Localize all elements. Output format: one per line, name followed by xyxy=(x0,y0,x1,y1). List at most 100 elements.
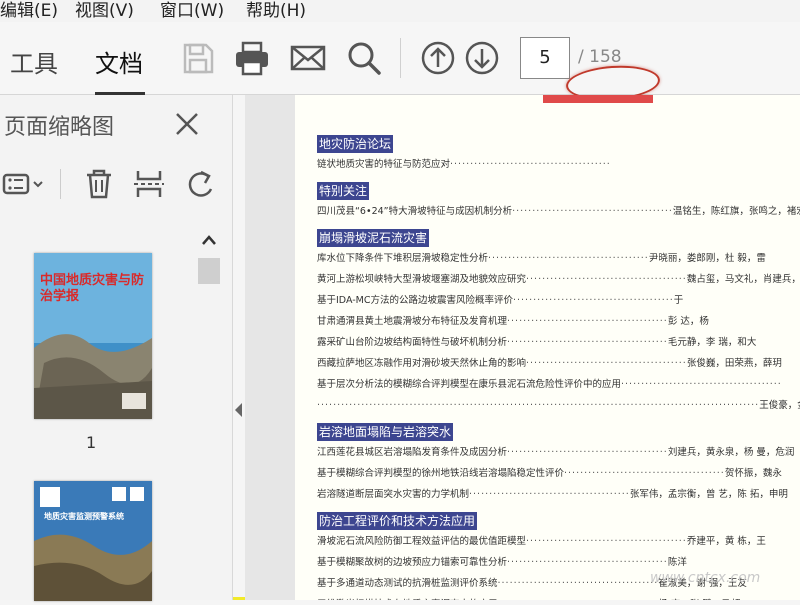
tab-tools[interactable]: 工具 xyxy=(10,44,58,79)
page-number-input[interactable]: 5 xyxy=(520,37,570,79)
section-heading: 岩溶地面塌陷与岩溶突水 xyxy=(317,423,454,441)
menu-window[interactable]: 窗口(W) xyxy=(160,0,224,21)
tab-document[interactable]: 文档 xyxy=(95,44,143,79)
close-icon[interactable] xyxy=(172,109,202,139)
collapse-panel-icon[interactable] xyxy=(233,400,245,420)
panel-toolbar xyxy=(0,163,232,207)
toc-entry[interactable]: 露采矿山台阶边坡结构面特性与破坏机制分析····················… xyxy=(317,335,800,351)
cover-title: 中国地质灾害与防治学报 xyxy=(40,273,145,304)
toc-leader-dots: ········································ xyxy=(450,159,611,170)
toc-entry-authors: 王俊豪，金华丽，倪天翔，管建 xyxy=(759,400,800,411)
trash-icon[interactable] xyxy=(82,167,116,201)
toc-entry[interactable]: 基于模糊综合评判模型的徐州地铁沿线岩溶塌陷稳定性评价··············… xyxy=(317,466,800,482)
section-heading: 崩塌滑坡泥石流灾害 xyxy=(317,229,430,247)
toc-leader-dots: ········································ xyxy=(526,536,687,547)
scrollbar-thumb[interactable] xyxy=(198,258,220,284)
toc-entry-authors: 尹晓丽，娄郎刚，杜 毅，雷 xyxy=(648,253,766,264)
toolbar: 工具 文档 5 / 158 xyxy=(0,22,800,104)
toc-entry-title: 黄河上游松坝峡特大型滑坡堰塞湖及地貌效应研究 xyxy=(317,274,527,285)
toc-entry[interactable]: 基于IDA-MC方法的公路边坡震害风险概率评价·················… xyxy=(317,293,800,309)
toc-leader-dots: ········································ xyxy=(512,206,673,217)
section-heading: 特别关注 xyxy=(317,182,370,200)
toc-entry[interactable]: 岩溶隧道断层面突水灾害的力学机制························… xyxy=(317,487,800,503)
toc-entry-title: 岩溶隧道断层面突水灾害的力学机制 xyxy=(317,489,470,500)
thumbnail-panel: 页面缩略图 中国地质灾害与防治学报 1 地质灾害监测预警系统 xyxy=(0,95,233,601)
menu-help[interactable]: 帮助(H) xyxy=(246,0,306,21)
search-icon[interactable] xyxy=(344,38,384,78)
page-thumbnail[interactable]: 中国地质灾害与防治学报 xyxy=(34,253,152,419)
toc-leader-dots: ········································ xyxy=(497,578,659,589)
page-header-bar xyxy=(543,95,653,103)
toc-entry-title: 滑坡泥石流风险防御工程效益评估的最优值距模型 xyxy=(317,536,527,547)
toc-leader-dots: ········································ xyxy=(469,489,630,500)
toc-entry-authors: 刘建兵，黄永泉，杨 曼，危润 xyxy=(667,447,795,458)
menu-bar: 编辑(E) 视图(V) 窗口(W) 帮助(H) xyxy=(0,0,800,22)
menu-edit[interactable]: 编辑(E) xyxy=(0,0,58,21)
toc-entry-title: 露采矿山台阶边坡结构面特性与破坏机制分析 xyxy=(317,337,508,348)
extract-page-icon[interactable] xyxy=(132,167,166,201)
toc-entry-authors: 温铭生，陈红旗，张鸣之，褚宏亮，王文沛，张 xyxy=(672,206,800,217)
toc-leader-dots: ········································ xyxy=(507,557,668,568)
toc-entry-authors: 魏占玺，马文礼，肖建兵，殷志 xyxy=(686,274,800,285)
document-view[interactable]: 地灾防治论坛 链状地质灾害的特征与防范应对····················… xyxy=(245,95,800,600)
menu-view[interactable]: 视图(V) xyxy=(75,0,134,21)
thumbnail-list: 中国地质灾害与防治学报 1 地质灾害监测预警系统 xyxy=(0,227,196,601)
toc-entry-title: 基于模糊聚故树的边坡预应力锚索可靠性分析 xyxy=(317,557,508,568)
section-heading: 防治工程评价和技术方法应用 xyxy=(317,512,478,530)
toc-leader-dots: ········································ xyxy=(621,379,782,390)
toc-entry[interactable]: 江西莲花县城区岩溶塌陷发育条件及成因分析····················… xyxy=(317,445,800,461)
toc-entry-authors: 张军伟，孟宗衡，曾 艺，陈 拓，申明 xyxy=(629,489,788,500)
watermark: www.cntcx.com xyxy=(650,570,761,586)
toc-entry-title: 四川茂县“6•24”特大滑坡特征与成因机制分析 xyxy=(317,206,513,217)
toc-entry-authors: 乔建平，黄 栋，王 xyxy=(686,536,766,547)
save-icon[interactable] xyxy=(178,38,218,78)
toc-leader-dots: ········································ xyxy=(526,274,687,285)
tool-separator xyxy=(60,169,61,199)
toc-entry-title: 链状地质灾害的特征与防范应对 xyxy=(317,159,451,170)
rotate-icon[interactable] xyxy=(184,167,218,201)
scroll-up-icon[interactable] xyxy=(201,233,217,247)
toc-leader-dots: ········································ xyxy=(507,337,668,348)
toc-entry[interactable]: 黄河上游松坝峡特大型滑坡堰塞湖及地貌效应研究··················… xyxy=(317,272,800,288)
section-heading: 地灾防治论坛 xyxy=(317,135,394,153)
previous-page-icon[interactable] xyxy=(418,38,458,78)
toc-leader-dots: ········································ xyxy=(488,253,649,264)
toc-entry[interactable]: 基于层次分析法的模糊综合评判模型在康乐县泥石流危险性评价中的应用········… xyxy=(317,377,800,393)
thumbnail-page-label: 1 xyxy=(86,433,97,452)
toc-entry-title: 江西莲花县城区岩溶塌陷发育条件及成因分析 xyxy=(317,447,508,458)
toc-entry[interactable]: 甘肃通渭县黄土地震滑坡分布特征及发育机理····················… xyxy=(317,314,800,330)
toc-entry-title: 西藏拉萨地区冻融作用对滑砂坡天然休止角的影响 xyxy=(317,358,527,369)
cover-title: 地质灾害监测预警系统 xyxy=(44,512,124,521)
toc-entry[interactable]: 链状地质灾害的特征与防范应对··························… xyxy=(317,157,800,173)
thumbnail-scrollbar[interactable] xyxy=(196,227,222,600)
toc-entry-authors: 张俊巍，田荣燕，薛玥 xyxy=(686,358,782,369)
document-page: 地灾防治论坛 链状地质灾害的特征与防范应对····················… xyxy=(295,95,800,600)
panel-title: 页面缩略图 xyxy=(4,115,115,140)
toc-leader-dots: ········································ xyxy=(564,468,725,479)
toc-entry-authors: 于 xyxy=(673,295,684,306)
toc-leader-dots: ········································ xyxy=(507,447,668,458)
print-icon[interactable] xyxy=(232,38,272,78)
toc-leader-dots: ········································ xyxy=(526,358,687,369)
toc-entry-title: 基于模糊综合评判模型的徐州地铁沿线岩溶塌陷稳定性评价 xyxy=(317,468,565,479)
toc-entry[interactable]: 滑坡泥石流风险防御工程效益评估的最优值距模型··················… xyxy=(317,534,800,550)
page-thumbnail[interactable]: 地质灾害监测预警系统 xyxy=(34,481,152,601)
toc-leader-dots: ········································ xyxy=(513,295,674,306)
toc-entry-title: 甘肃通渭县黄土地震滑坡分布特征及发育机理 xyxy=(317,316,508,327)
toc-entry-title: 库水位下降条件下堆积层滑坡稳定性分析 xyxy=(317,253,489,264)
toc-entry[interactable]: ········································… xyxy=(317,398,800,414)
toc-entry[interactable]: 西藏拉萨地区冻融作用对滑砂坡天然休止角的影响··················… xyxy=(317,356,800,372)
toc-entry-authors: 贺怀振，魏永 xyxy=(724,468,782,479)
toc-leader-dots: ········································ xyxy=(507,316,668,327)
options-menu-icon[interactable] xyxy=(2,167,44,201)
toc-entry[interactable]: 库水位下降条件下堆积层滑坡稳定性分析······················… xyxy=(317,251,800,267)
toc-entry[interactable]: 基于模糊聚故树的边坡预应力锚索可靠性分析····················… xyxy=(317,555,800,571)
toc-entry-title: 基于IDA-MC方法的公路边坡震害风险概率评价 xyxy=(317,295,513,306)
toc-entry-title: 基于多通道动态测试的抗滑桩监测评价系统 xyxy=(317,578,498,589)
mail-icon[interactable] xyxy=(288,38,328,78)
next-page-icon[interactable] xyxy=(462,38,502,78)
toc-entry[interactable]: 四川茂县“6•24”特大滑坡特征与成因机制分析·················… xyxy=(317,204,800,220)
page-total-count: / 158 xyxy=(578,47,622,67)
toc-entry-authors: 毛元静，李 瑞，和大 xyxy=(667,337,757,348)
toolbar-separator xyxy=(400,38,401,78)
